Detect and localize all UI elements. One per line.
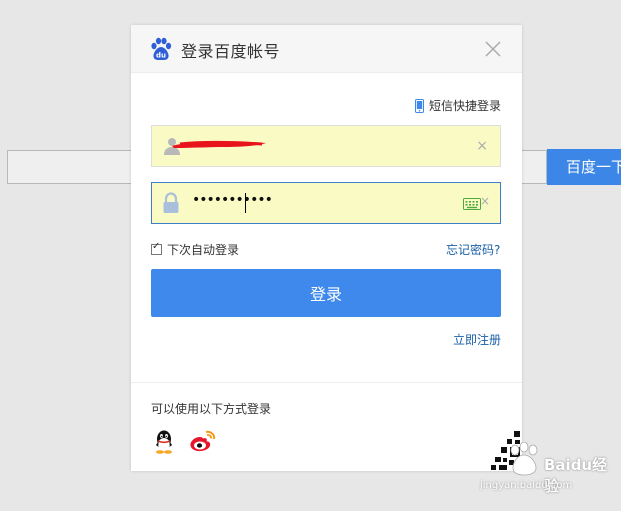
username-field[interactable]: ×: [151, 125, 501, 167]
qq-icon[interactable]: [152, 429, 176, 455]
dialog-title: 登录百度帐号: [181, 42, 281, 61]
password-value: •••••••••••: [192, 192, 273, 208]
svg-text:du: du: [156, 52, 166, 60]
login-dialog: du 登录百度帐号 短信快捷登录 × ••••••••••• × ✓ 下次自动登…: [131, 25, 522, 471]
lock-icon: [163, 192, 179, 213]
other-login-label: 可以使用以下方式登录: [151, 402, 272, 416]
close-icon[interactable]: [484, 40, 502, 58]
divider: [131, 382, 522, 383]
password-clear-icon[interactable]: ×: [480, 194, 490, 208]
register-link[interactable]: 立即注册: [453, 331, 501, 348]
search-button[interactable]: 百度一下: [547, 149, 621, 185]
watermark-url: jingyan.baidu.com: [480, 480, 573, 491]
redaction-scribble: [172, 141, 266, 148]
sms-login-link[interactable]: 短信快捷登录: [415, 97, 501, 114]
forgot-password-link[interactable]: 忘记密码?: [446, 241, 500, 258]
baidu-jingyan-watermark: Baidu经验 jingyan.baidu.com: [480, 442, 621, 502]
remember-me-label: 下次自动登录: [167, 243, 240, 257]
phone-icon: [415, 98, 424, 113]
check-mark-icon: ✓: [152, 241, 161, 252]
baidu-paw-logo-icon: du: [151, 37, 172, 60]
text-caret: [245, 193, 246, 213]
checkbox-icon[interactable]: ✓: [151, 241, 162, 255]
sms-login-label: 短信快捷登录: [429, 99, 502, 113]
login-button[interactable]: 登录: [151, 269, 501, 317]
weibo-icon[interactable]: [189, 429, 217, 453]
keyboard-icon[interactable]: [463, 196, 481, 210]
baidu-watermark-logo-icon: [510, 442, 538, 476]
dialog-header: du 登录百度帐号: [131, 25, 522, 73]
username-clear-icon[interactable]: ×: [476, 138, 488, 154]
password-field[interactable]: ••••••••••• ×: [151, 182, 501, 224]
remember-me-checkbox[interactable]: ✓ 下次自动登录: [151, 241, 239, 258]
